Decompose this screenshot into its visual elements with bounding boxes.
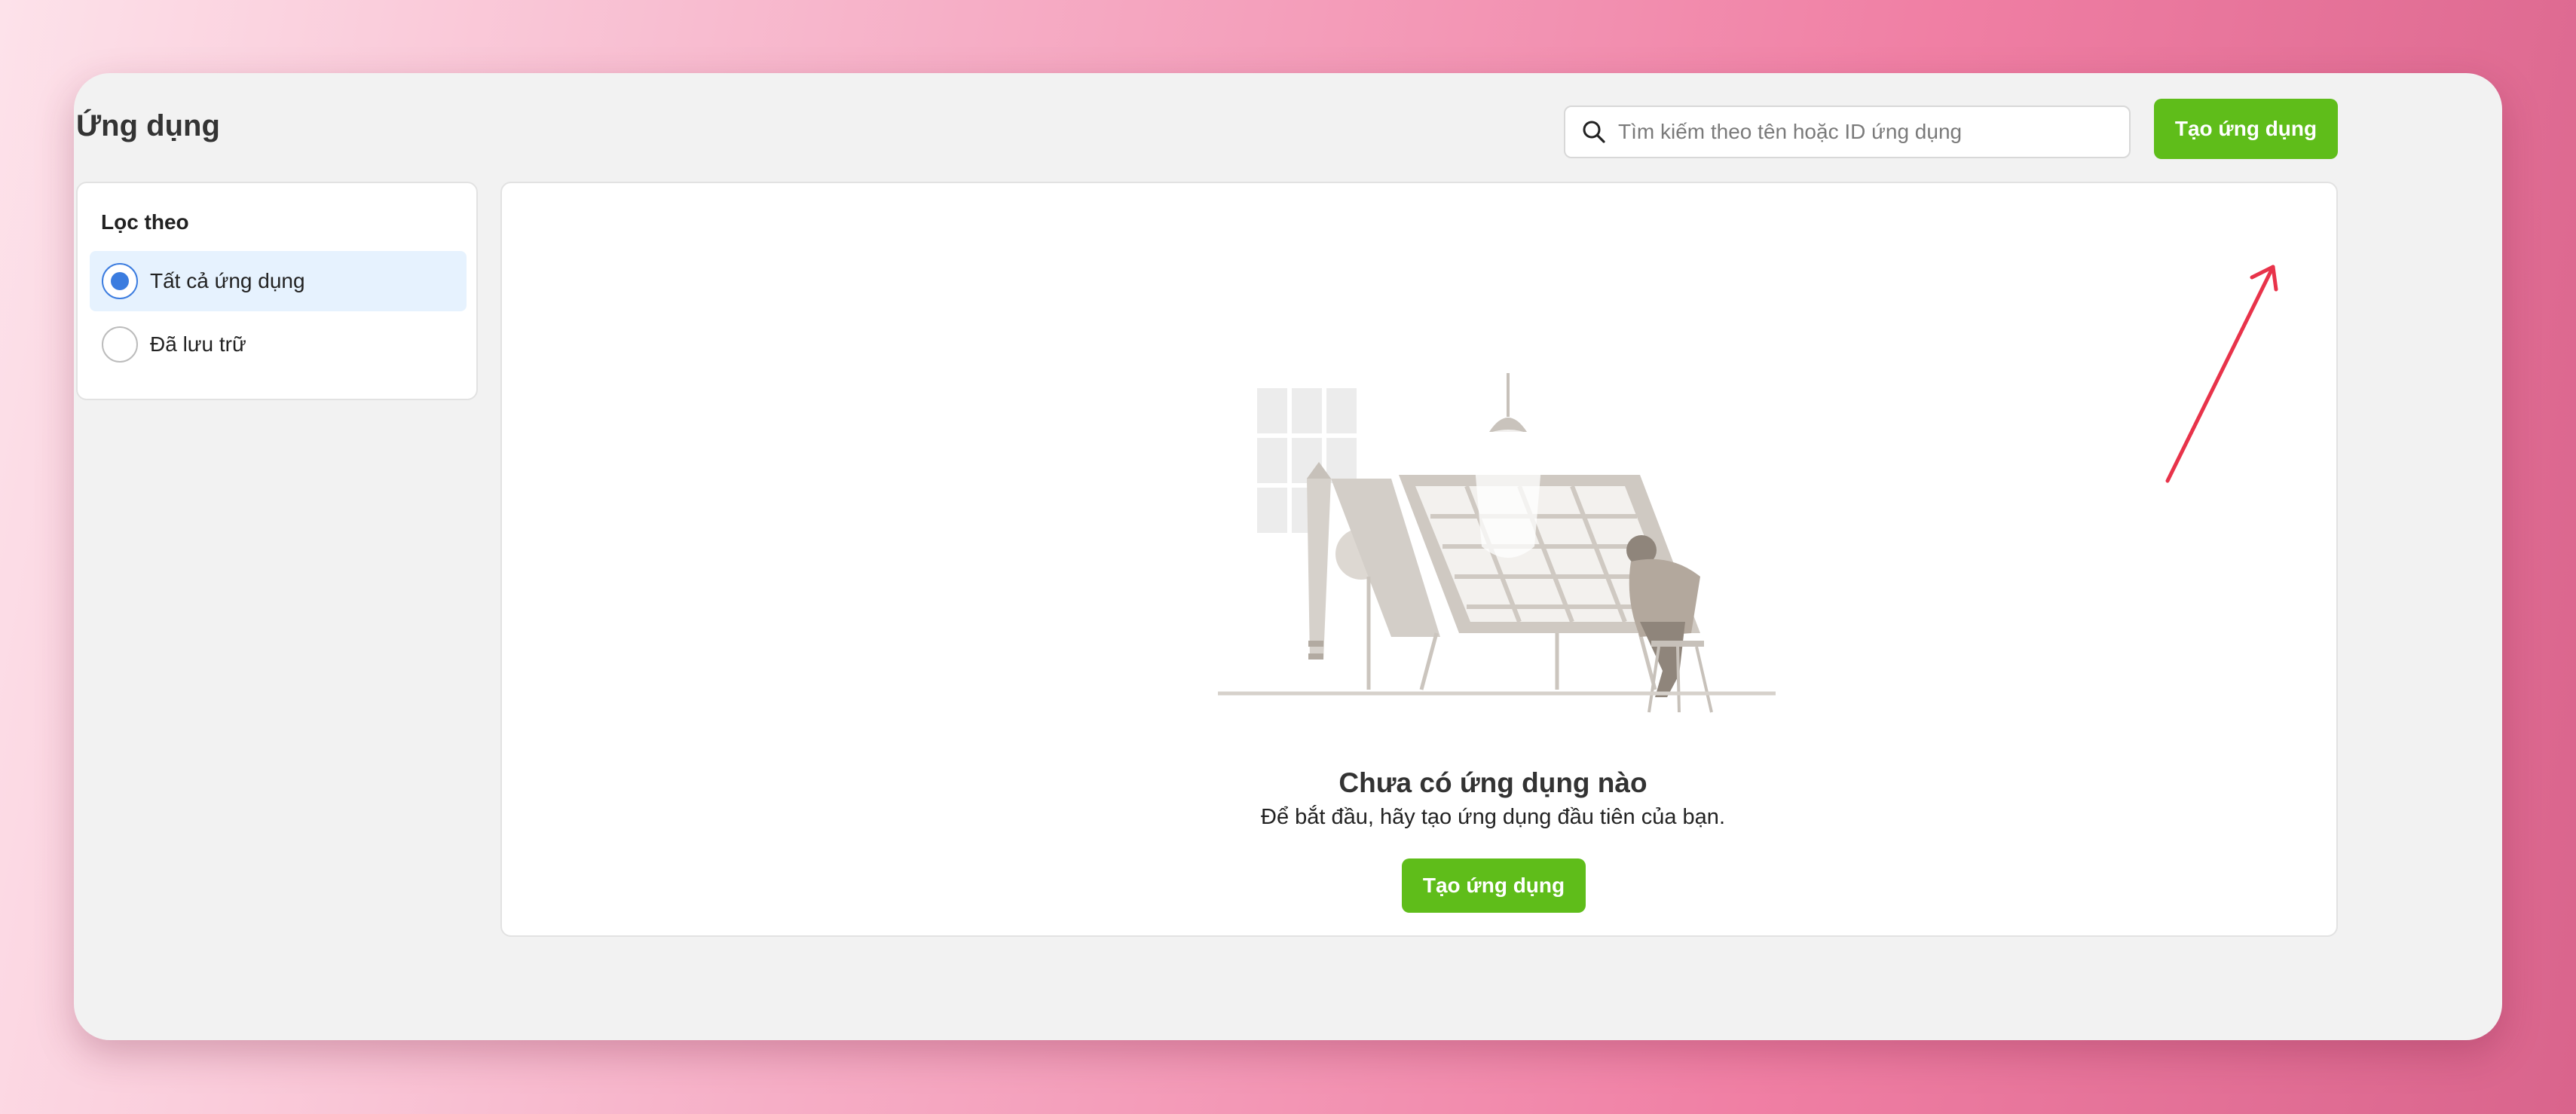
filter-option-archived[interactable]: Đã lưu trữ bbox=[90, 314, 467, 375]
filter-heading: Lọc theo bbox=[101, 210, 189, 234]
filter-option-label: Tất cả ứng dụng bbox=[150, 269, 305, 292]
search-bar[interactable] bbox=[1564, 106, 2131, 158]
filter-panel: Lọc theo Tất cả ứng dụng Đã lưu trữ bbox=[76, 182, 478, 400]
annotation-arrow-icon bbox=[2165, 265, 2278, 483]
filter-option-all-apps[interactable]: Tất cả ứng dụng bbox=[90, 251, 467, 311]
empty-state-illustration bbox=[1218, 373, 1776, 713]
page-title: Ứng dụng bbox=[76, 109, 220, 142]
create-app-button[interactable]: Tạo ứng dụng bbox=[2154, 99, 2338, 159]
radio-checked[interactable] bbox=[102, 263, 138, 299]
empty-state-title: Chưa có ứng dụng nào bbox=[1338, 767, 1647, 798]
create-app-button-empty[interactable]: Tạo ứng dụng bbox=[1402, 858, 1586, 913]
filter-option-label: Đã lưu trữ bbox=[150, 332, 246, 356]
radio-unchecked[interactable] bbox=[102, 326, 138, 363]
search-icon bbox=[1583, 121, 1605, 143]
search-input[interactable] bbox=[1618, 120, 2129, 144]
empty-state-subtitle: Để bắt đầu, hãy tạo ứng dụng đầu tiên củ… bbox=[1261, 805, 1725, 829]
